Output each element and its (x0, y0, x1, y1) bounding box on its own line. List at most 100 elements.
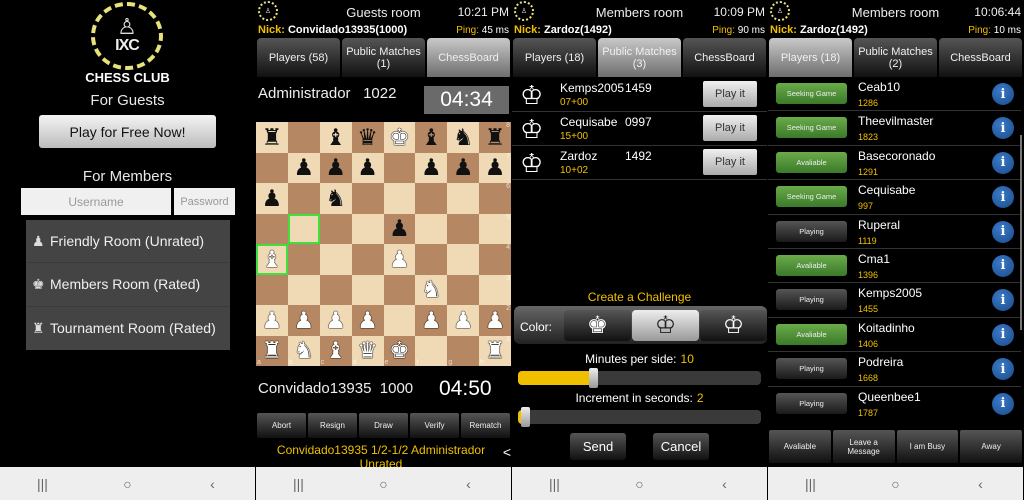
player-status-badge[interactable]: Avaliable (776, 151, 847, 173)
player-status-badge[interactable]: Playing (776, 392, 847, 414)
increment-slider[interactable] (518, 407, 761, 427)
tab-public-matches[interactable]: Public Matches (1) (342, 38, 425, 77)
white-king-icon[interactable]: ♚ (389, 125, 410, 149)
black-pawn-icon[interactable]: ♟ (485, 156, 506, 179)
square-f5[interactable] (415, 213, 448, 244)
player-status-badge[interactable]: Playing (776, 358, 847, 380)
square-f2[interactable]: ♟ (415, 305, 448, 336)
tab-chessboard[interactable]: ChessBoard (939, 38, 1022, 77)
player-row[interactable]: Playing Queenbee1 1787 i (768, 387, 1021, 420)
square-e8[interactable]: ♚ (383, 122, 416, 153)
square-g8[interactable]: ♞ (447, 122, 480, 153)
username-input[interactable]: Username (21, 188, 171, 215)
info-icon[interactable]: i (992, 220, 1014, 243)
square-f3[interactable]: ♞ (415, 274, 448, 305)
tab-public-matches[interactable]: Public Matches (3) (598, 38, 681, 77)
info-icon[interactable]: i (992, 289, 1014, 312)
square-c5[interactable] (319, 213, 352, 244)
status-busy-button[interactable]: I am Busy (896, 430, 959, 463)
password-input[interactable]: Password (174, 188, 235, 215)
square-h1[interactable]: ♜ 1 h (479, 335, 511, 366)
white-pawn-icon[interactable]: ♟ (262, 308, 283, 332)
back-button[interactable]: ‹ (454, 476, 484, 492)
white-bishop-icon[interactable]: ♝ (262, 247, 283, 271)
tab-public-matches[interactable]: Public Matches (2) (854, 38, 937, 77)
square-b5[interactable] (287, 213, 320, 244)
square-h2[interactable]: ♟ 2 (479, 305, 511, 336)
tab-players[interactable]: Players (18) (769, 38, 852, 77)
white-pawn-icon[interactable]: ♟ (325, 308, 346, 332)
black-queen-icon[interactable]: ♛ (357, 125, 378, 149)
player-row[interactable]: Playing Podreira 1668 i (768, 352, 1021, 387)
white-knight-icon[interactable]: ♞ (294, 339, 315, 362)
room-members[interactable]: ♚ Members Room (Rated) (26, 263, 230, 307)
black-pawn-icon[interactable]: ♟ (389, 217, 410, 240)
square-c3[interactable] (319, 274, 352, 305)
resign-button[interactable]: Resign (308, 413, 357, 438)
white-pawn-icon[interactable]: ♟ (389, 247, 410, 271)
square-b7[interactable]: ♟ (287, 152, 320, 183)
info-icon[interactable]: i (992, 323, 1014, 346)
home-button[interactable]: ○ (369, 476, 399, 492)
square-e4[interactable]: ♟ (383, 244, 416, 275)
tab-players[interactable]: Players (18) (513, 38, 596, 77)
home-button[interactable]: ○ (881, 476, 911, 492)
square-h8[interactable]: ♜ 8 (479, 122, 511, 153)
square-g5[interactable] (447, 213, 480, 244)
black-pawn-icon[interactable]: ♟ (325, 156, 346, 179)
player-status-badge[interactable]: Avaliable (776, 323, 847, 345)
square-h7[interactable]: ♟ 7 (479, 152, 511, 183)
chess-board[interactable]: ♜ ♝ ♛ ♚ ♝ ♞ ♜ 8 ♟ ♟ ♟ ♟ ♟ ♟ 7 ♟ ♞ 6 ♟ 5 ♝ ♟ 4 ♞ 3 ♟ ♟ ♟ ♟ ♟ ♟ ♟ 2 ♜ a ♞ b ♝ c ♛… (256, 122, 511, 366)
square-c6[interactable]: ♞ (319, 183, 352, 214)
player-row[interactable]: Playing Ruperal 1119 i (768, 215, 1021, 249)
square-e1[interactable]: ♚ e (383, 335, 416, 366)
square-c2[interactable]: ♟ (319, 305, 352, 336)
back-button[interactable]: ‹ (198, 476, 228, 492)
square-a5[interactable] (256, 213, 288, 244)
square-a2[interactable]: ♟ (256, 305, 288, 336)
square-e2[interactable] (383, 305, 416, 336)
square-d7[interactable]: ♟ (351, 152, 384, 183)
status-away-button[interactable]: Away (960, 430, 1022, 463)
square-c4[interactable] (319, 244, 352, 275)
color-white-button[interactable]: ♚ (564, 310, 631, 341)
room-friendly[interactable]: ♟ Friendly Room (Unrated) (26, 220, 230, 264)
play-it-button[interactable]: Play it (703, 81, 757, 107)
square-b8[interactable] (287, 122, 320, 153)
square-g6[interactable] (447, 183, 480, 214)
player-row[interactable]: Seeking Game Cequisabe 997 i (768, 180, 1021, 215)
square-b1[interactable]: ♞ b (287, 335, 320, 366)
black-rook-icon[interactable]: ♜ (485, 125, 506, 149)
square-d5[interactable] (351, 213, 384, 244)
white-knight-icon[interactable]: ♞ (421, 278, 442, 301)
player-row[interactable]: Avaliable Cma1 1396 i (768, 249, 1021, 284)
black-pawn-icon[interactable]: ♟ (357, 156, 378, 179)
square-f8[interactable]: ♝ (415, 122, 448, 153)
recents-button[interactable]: ||| (796, 476, 826, 492)
player-status-badge[interactable]: Seeking Game (776, 117, 847, 139)
info-icon[interactable]: i (992, 151, 1014, 174)
square-c1[interactable]: ♝ c (319, 335, 352, 366)
square-h5[interactable]: 5 (479, 213, 511, 244)
play-free-button[interactable]: Play for Free Now! (39, 115, 216, 148)
black-pawn-icon[interactable]: ♟ (453, 156, 474, 179)
white-pawn-icon[interactable]: ♟ (421, 308, 442, 332)
black-bishop-icon[interactable]: ♝ (421, 125, 442, 149)
cancel-button[interactable]: Cancel (653, 433, 709, 460)
square-g1[interactable]: g (447, 335, 480, 366)
square-g2[interactable]: ♟ (447, 305, 480, 336)
player-status-badge[interactable]: Avaliable (776, 254, 847, 276)
square-d4[interactable] (351, 244, 384, 275)
tab-chessboard[interactable]: ChessBoard (427, 38, 510, 77)
player-row[interactable]: Playing Kemps2005 1455 i (768, 283, 1021, 318)
info-icon[interactable]: i (992, 254, 1014, 277)
info-icon[interactable]: i (992, 117, 1014, 140)
white-king-icon[interactable]: ♚ (389, 339, 410, 362)
white-pawn-icon[interactable]: ♟ (357, 308, 378, 332)
share-icon[interactable]: < (503, 444, 511, 460)
status-available-button[interactable]: Avaliable (769, 430, 831, 463)
white-pawn-icon[interactable]: ♟ (453, 308, 474, 332)
home-button[interactable]: ○ (625, 476, 655, 492)
recents-button[interactable]: ||| (284, 476, 314, 492)
color-random-button[interactable]: ♔ (632, 310, 699, 341)
